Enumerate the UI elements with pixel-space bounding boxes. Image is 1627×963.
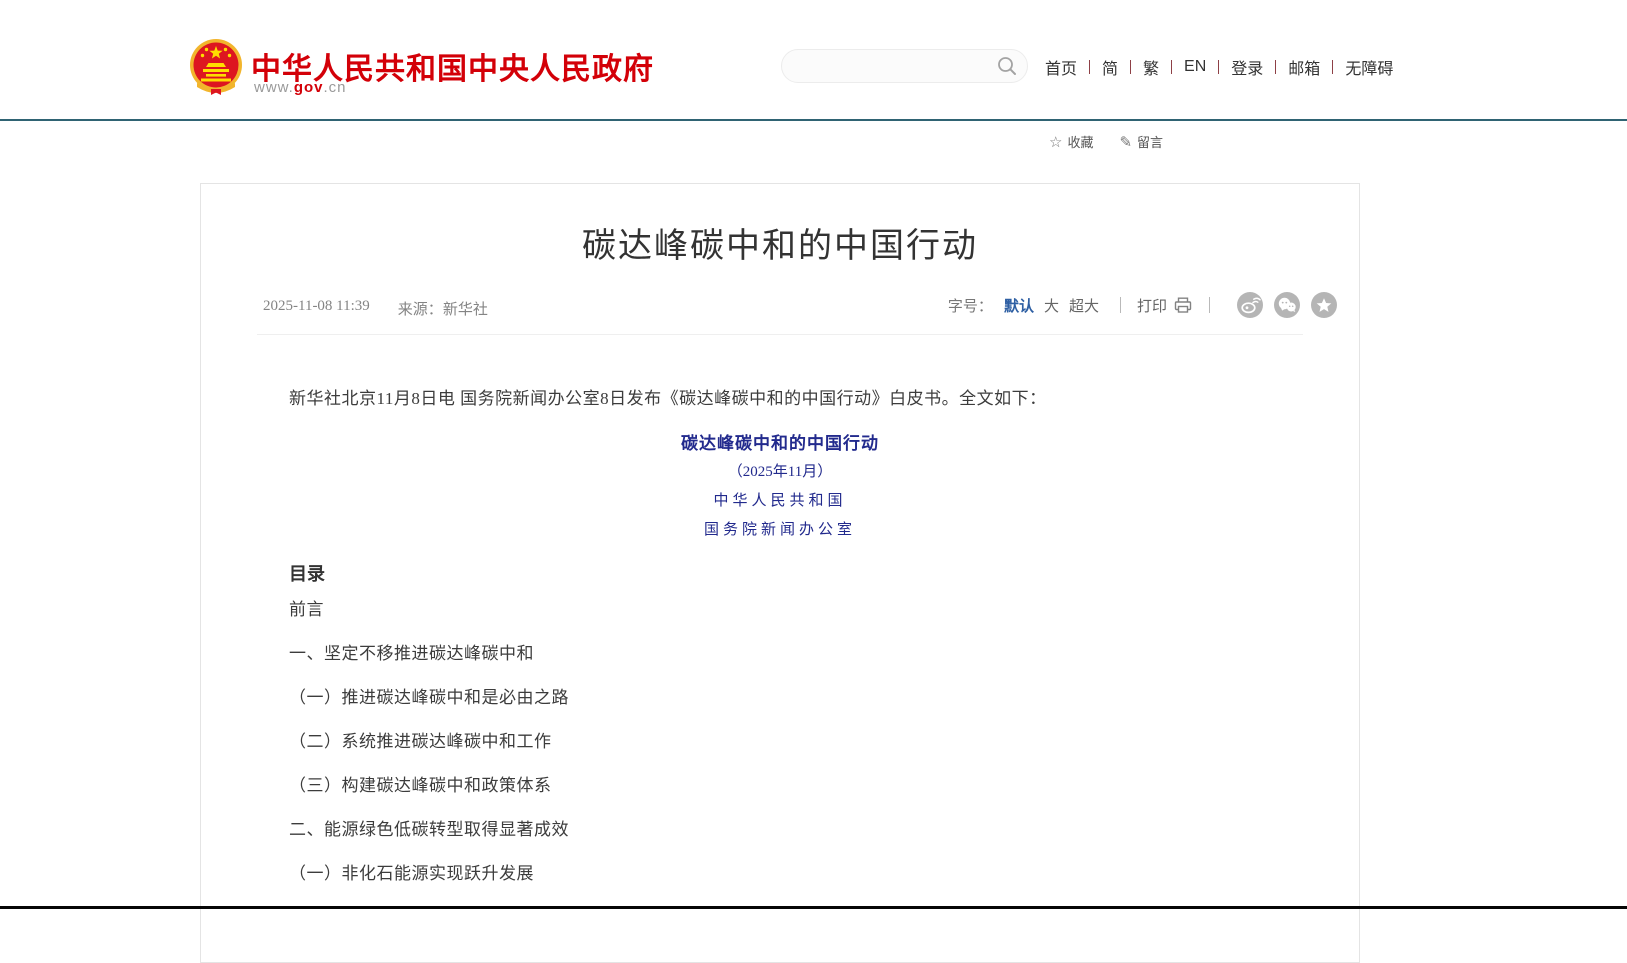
comment-label: 留言 <box>1137 132 1163 151</box>
nav-separator <box>1171 60 1172 74</box>
search-box[interactable] <box>781 49 1028 83</box>
article-meta-left: 2025-11-08 11:39 来源：新华社 <box>263 298 488 319</box>
comment-button[interactable]: ✎ 留言 <box>1119 132 1163 151</box>
nav-mail[interactable]: 邮箱 <box>1288 55 1320 79</box>
page-actions: ☆ 收藏 ✎ 留言 <box>1049 132 1163 151</box>
fontsize-xlarge-button[interactable]: 超大 <box>1069 295 1099 316</box>
fontsize-label: 字号： <box>948 295 993 316</box>
toc: 前言 一、坚定不移推进碳达峰碳中和 （一）推进碳达峰碳中和是必由之路 （二）系统… <box>289 588 569 896</box>
search-icon[interactable] <box>996 55 1018 77</box>
favorite-button[interactable]: ☆ 收藏 <box>1049 132 1093 151</box>
meta-divider <box>257 334 1303 335</box>
doc-issuer-line2: 国务院新闻办公室 <box>201 518 1359 539</box>
article-intro: 新华社北京11月8日电 国务院新闻办公室8日发布《碳达峰碳中和的中国行动》白皮书… <box>289 384 1299 409</box>
window-bottom-edge <box>0 906 1627 909</box>
toc-heading: 目录 <box>289 560 325 586</box>
nav-traditional[interactable]: 繁 <box>1143 55 1159 79</box>
site-url-domain: gov <box>294 79 324 96</box>
source: 来源：新华社 <box>398 298 488 319</box>
pencil-icon: ✎ <box>1119 133 1132 151</box>
site-url-suffix: .cn <box>324 79 347 96</box>
nav-separator <box>1275 60 1276 74</box>
toc-item-section1: 一、坚定不移推进碳达峰碳中和 <box>289 632 569 676</box>
nav-separator <box>1130 60 1131 74</box>
header-divider <box>0 119 1627 121</box>
site-header: 中华人民共和国中央人民政府 www.gov.cn 首页 简 繁 EN 登录 邮箱… <box>0 0 1627 119</box>
article-meta: 2025-11-08 11:39 来源：新华社 字号： 默认 大 超大 打印 <box>263 292 1337 322</box>
doc-title: 碳达峰碳中和的中国行动 <box>201 429 1359 454</box>
article-title: 碳达峰碳中和的中国行动 <box>201 218 1359 267</box>
source-label: 来源： <box>398 302 443 318</box>
toc-item-section2: 二、能源绿色低碳转型取得显著成效 <box>289 808 569 852</box>
nav-english[interactable]: EN <box>1184 58 1206 76</box>
toc-item-section1-2: （二）系统推进碳达峰碳中和工作 <box>289 720 569 764</box>
doc-issuer-line1: 中华人民共和国 <box>201 489 1359 510</box>
nav-separator <box>1332 60 1333 74</box>
star-outline-icon: ☆ <box>1049 133 1062 151</box>
meta-separator <box>1120 297 1121 313</box>
print-button[interactable]: 打印 <box>1137 295 1193 316</box>
wechat-share-icon[interactable] <box>1274 292 1300 318</box>
publish-time: 2025-11-08 11:39 <box>263 298 370 319</box>
printer-icon <box>1173 296 1193 314</box>
nav-accessibility[interactable]: 无障碍 <box>1345 55 1393 79</box>
fontsize-large-button[interactable]: 大 <box>1044 295 1059 316</box>
source-value: 新华社 <box>443 302 488 318</box>
toc-item-section2-1: （一）非化石能源实现跃升发展 <box>289 852 569 896</box>
article-card: 碳达峰碳中和的中国行动 2025-11-08 11:39 来源：新华社 字号： … <box>200 183 1360 963</box>
main-nav: 首页 简 繁 EN 登录 邮箱 无障碍 <box>1045 56 1393 78</box>
print-label: 打印 <box>1137 295 1167 316</box>
toc-item-section1-3: （三）构建碳达峰碳中和政策体系 <box>289 764 569 808</box>
search-input[interactable] <box>798 51 983 81</box>
nav-simplified[interactable]: 简 <box>1102 55 1118 79</box>
nav-separator <box>1218 60 1219 74</box>
favorite-label: 收藏 <box>1067 132 1093 151</box>
weibo-share-icon[interactable] <box>1237 292 1263 318</box>
nav-login[interactable]: 登录 <box>1231 55 1263 79</box>
toc-item-preface: 前言 <box>289 588 569 632</box>
site-url: www.gov.cn <box>254 79 347 96</box>
nav-home[interactable]: 首页 <box>1045 55 1077 79</box>
national-emblem-icon[interactable] <box>189 37 243 97</box>
site-url-prefix: www. <box>254 79 294 96</box>
fontsize-default-button[interactable]: 默认 <box>1004 295 1034 316</box>
nav-separator <box>1089 60 1090 74</box>
article-meta-right: 字号： 默认 大 超大 打印 <box>948 292 1337 318</box>
doc-date: （2025年11月） <box>201 460 1359 481</box>
star-share-icon[interactable] <box>1311 292 1337 318</box>
meta-separator <box>1209 297 1210 313</box>
toc-item-section1-1: （一）推进碳达峰碳中和是必由之路 <box>289 676 569 720</box>
